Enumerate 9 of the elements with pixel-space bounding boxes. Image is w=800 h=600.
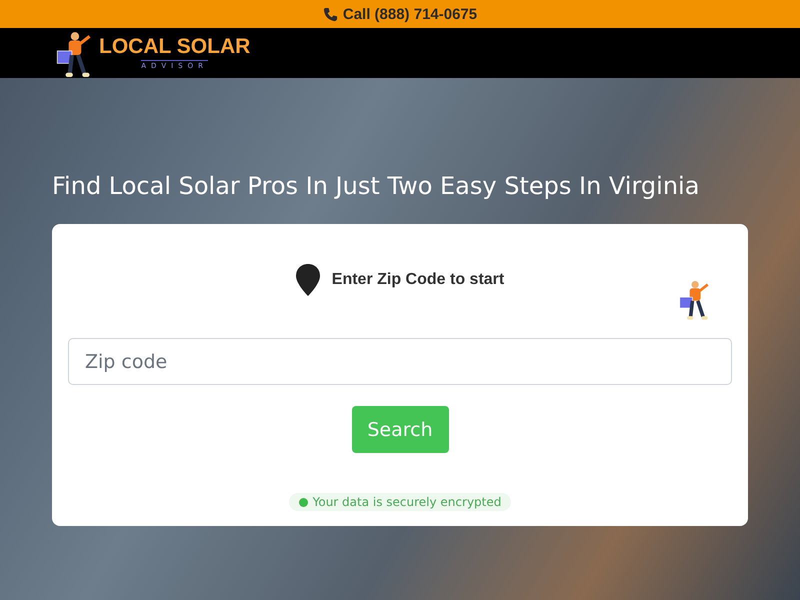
security-note: Your data is securely encrypted [312, 495, 502, 509]
phone-icon [322, 6, 338, 22]
zip-code-field[interactable]: Zip code [68, 338, 732, 385]
hero-title: Find Local Solar Pros In Just Two Easy Steps In Virginia [52, 172, 700, 200]
location-pin-icon [296, 264, 320, 296]
form-heading: Enter Zip Code to start [332, 271, 504, 289]
phone-link[interactable]: Call (888) 714-0675 [342, 6, 478, 22]
status-dot [298, 498, 308, 506]
logo-name: LOCAL SOLAR [99, 36, 250, 57]
